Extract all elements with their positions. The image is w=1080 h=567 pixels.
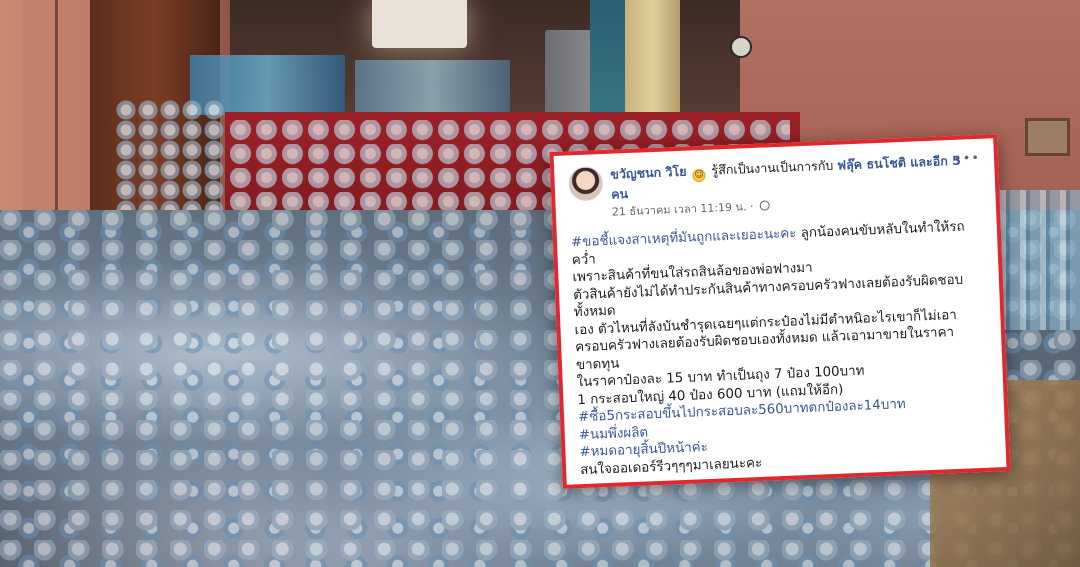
avatar[interactable]	[568, 166, 604, 202]
separator-dot: ·	[749, 199, 758, 214]
globe-icon	[759, 200, 771, 211]
more-options-icon[interactable]: •••	[954, 151, 981, 167]
milk-box-stack-2	[355, 60, 510, 120]
post-body: #ขอชี้แจงสาเหตุที่มันถูกและเยอะนะคะ ลูกน…	[571, 218, 993, 479]
hashtag-link[interactable]: #ขอชี้แจงสาเหตุที่มันถูกและเยอะนะคะ	[571, 226, 797, 250]
post-timestamp[interactable]: 21 ธันวาคม เวลา 11:19 น.	[612, 200, 747, 218]
facebook-post-card: ขวัญชนก วิโย ☺ รู้สึกเป็นงานเป็นการกับ ฟ…	[549, 134, 1011, 489]
ceiling-lamp	[372, 0, 467, 48]
wall-clock-icon	[730, 36, 752, 58]
post-meta: 21 ธันวาคม เวลา 11:19 น. ·	[612, 190, 964, 221]
post-header: ขวัญชนก วิโย ☺ รู้สึกเป็นงานเป็นการกับ ฟ…	[568, 151, 982, 222]
post-header-text: ขวัญชนก วิโย ☺ รู้สึกเป็นงานเป็นการกับ ฟ…	[610, 151, 982, 221]
feeling-text: รู้สึกเป็นงานเป็นการกับ	[711, 157, 834, 178]
author-name[interactable]: ขวัญชนก วิโย	[610, 164, 687, 182]
smiling-face-icon: ☺	[692, 168, 706, 183]
wall-picture-frame	[1025, 118, 1070, 156]
